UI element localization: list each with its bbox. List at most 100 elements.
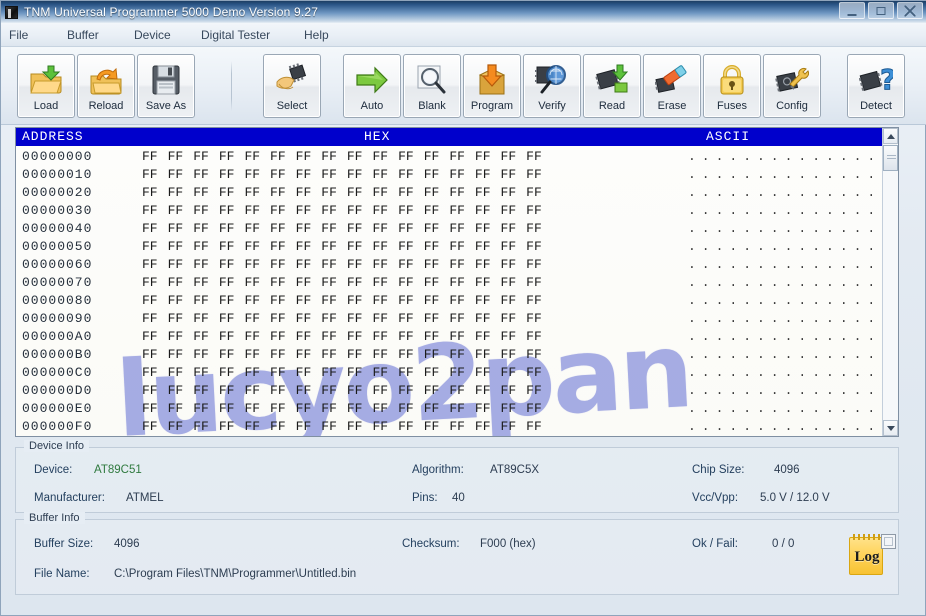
hex-row[interactable]: 00000030 FF FF FF FF FF FF FF FF FF FF FF FF FF FF FF FF… — [16, 202, 898, 220]
device-value: AT89C51 — [94, 464, 142, 476]
hex-row-ascii: ................ — [688, 329, 898, 344]
chip-question-mark-icon: ? — [858, 63, 897, 97]
toolbar-button-label: Load — [33, 100, 59, 112]
scrollbar-thumb[interactable] — [883, 145, 898, 171]
scroll-down-button[interactable] — [883, 420, 898, 436]
toolbar-button-config[interactable]: Config — [763, 54, 821, 118]
toolbar-button-verify[interactable]: Verify — [523, 54, 581, 118]
hex-row[interactable]: 00000070 FF FF FF FF FF FF FF FF FF FF FF FF FF FF FF FF… — [16, 274, 898, 292]
checksum-label: Checksum: — [402, 538, 460, 550]
hex-row-bytes: FF FF FF FF FF FF FF FF FF FF FF FF FF FF FF FF — [142, 167, 542, 182]
hex-row[interactable]: 00000080 FF FF FF FF FF FF FF FF FF FF FF FF FF FF FF FF… — [16, 292, 898, 310]
toolbar-button-read[interactable]: Read — [583, 54, 641, 118]
toolbar-button-label: Reload — [88, 100, 124, 112]
hex-row-bytes: FF FF FF FF FF FF FF FF FF FF FF FF FF FF FF FF — [142, 401, 542, 416]
hex-row-ascii: ................ — [688, 293, 898, 308]
pins-value: 40 — [452, 492, 465, 504]
hex-editor-view: ADDRESS HEX ASCII lucyo2pan 00000000 FF FF… — [15, 127, 899, 437]
checksum-value: F000 (hex) — [480, 538, 536, 550]
toolbar-button-save-as[interactable]: Save As — [137, 54, 195, 118]
maximize-button[interactable] — [868, 2, 894, 19]
hex-row[interactable]: 00000000 FF FF FF FF FF FF FF FF FF FF FF FF FF FF FF FF… — [16, 148, 898, 166]
manufacturer-value: ATMEL — [126, 492, 164, 504]
hex-row-ascii: ................ — [688, 275, 898, 290]
menu-bar: File Buffer Device Digital Tester Help — [1, 23, 926, 47]
hex-row[interactable]: 000000A0 FF FF FF FF FF FF FF FF FF FF FF FF FF FF FF FF… — [16, 328, 898, 346]
hex-rows-container[interactable]: lucyo2pan 00000000 FF FF FF FF FF FF FF FF FF FF FF… — [16, 146, 898, 436]
title-bar: TNM Universal Programmer 5000 Demo Versi… — [1, 1, 926, 23]
padlock-icon — [715, 63, 749, 97]
toolbar-button-reload[interactable]: Reload — [77, 54, 135, 118]
minimize-icon — [847, 13, 857, 16]
hex-row-ascii: ................ — [688, 239, 898, 254]
toolbar-button-label: Erase — [657, 100, 687, 112]
hex-row[interactable]: 000000B0 FF FF FF FF FF FF FF FF FF FF FF FF FF FF FF FF… — [16, 346, 898, 364]
magnifier-blank-check-icon — [415, 63, 449, 97]
hex-row-address: 00000030 — [22, 203, 93, 218]
minimize-button[interactable] — [839, 2, 865, 19]
chip-green-arrow-read-icon — [595, 63, 629, 97]
hex-row[interactable]: 000000C0 FF FF FF FF FF FF FF FF FF FF FF FF FF FF FF FF… — [16, 364, 898, 382]
hex-row-ascii: ................ — [688, 221, 898, 236]
toolbar-button-blank[interactable]: Blank — [403, 54, 461, 118]
buffer-size-label: Buffer Size: — [34, 538, 94, 550]
toolbar-button-label: Program — [470, 100, 514, 112]
hex-row-bytes: FF FF FF FF FF FF FF FF FF FF FF FF FF FF FF FF — [142, 221, 542, 236]
hex-row[interactable]: 000000E0 FF FF FF FF FF FF FF FF FF FF FF FF FF FF FF FF… — [16, 400, 898, 418]
hex-row-address: 00000040 — [22, 221, 93, 236]
hex-row-address: 00000010 — [22, 167, 93, 182]
toolbar-button-erase[interactable]: Erase — [643, 54, 701, 118]
scroll-down-arrow-icon — [886, 425, 895, 431]
window-title: TNM Universal Programmer 5000 Demo Versi… — [24, 5, 319, 19]
toolbar-button-detect[interactable]: ? Detect — [847, 54, 905, 118]
blue-magnifier-verify-icon — [535, 63, 569, 97]
hex-row[interactable]: 000000D0 FF FF FF FF FF FF FF FF FF FF FF FF FF FF FF FF… — [16, 382, 898, 400]
hex-row-bytes: FF FF FF FF FF FF FF FF FF FF FF FF FF FF FF FF — [142, 347, 542, 362]
device-info-title: Device Info — [24, 440, 90, 452]
hex-row-ascii: ................ — [688, 167, 898, 182]
menu-item-device[interactable]: Device — [134, 25, 171, 45]
toolbar-button-load[interactable]: Load — [17, 54, 75, 118]
toolbar-button-select[interactable]: Select — [263, 54, 321, 118]
toolbar-button-label: Read — [598, 100, 626, 112]
hex-row-address: 00000080 — [22, 293, 93, 308]
hex-row[interactable]: 00000040 FF FF FF FF FF FF FF FF FF FF FF FF FF FF FF FF… — [16, 220, 898, 238]
hex-row-ascii: ................ — [688, 185, 898, 200]
toolbar-button-label: Detect — [860, 100, 892, 112]
hex-row-bytes: FF FF FF FF FF FF FF FF FF FF FF FF FF FF FF FF — [142, 239, 542, 254]
toolbar-button-fuses[interactable]: Fuses — [703, 54, 761, 118]
close-button[interactable] — [897, 2, 923, 19]
toolbar: Load Reload Save As Select Auto Blank Program V… — [1, 47, 926, 125]
algorithm-label: Algorithm: — [412, 464, 464, 476]
window-controls — [839, 2, 923, 19]
file-name-label: File Name: — [34, 568, 90, 580]
toolbar-button-auto[interactable]: Auto — [343, 54, 401, 118]
hex-row[interactable]: 00000060 FF FF FF FF FF FF FF FF FF FF FF FF FF FF FF FF… — [16, 256, 898, 274]
hex-row-ascii: ................ — [688, 203, 898, 218]
menu-item-help[interactable]: Help — [304, 25, 329, 45]
menu-item-digital-tester[interactable]: Digital Tester — [201, 25, 270, 45]
floppy-disk-icon — [149, 63, 183, 97]
maximize-icon — [876, 6, 886, 15]
green-right-arrow-icon — [355, 63, 389, 97]
hex-row[interactable]: 00000020 FF FF FF FF FF FF FF FF FF FF FF FF FF FF FF FF… — [16, 184, 898, 202]
hex-row-address: 00000050 — [22, 239, 93, 254]
menu-item-buffer[interactable]: Buffer — [67, 25, 99, 45]
log-window-frame-icon[interactable] — [881, 534, 896, 549]
scroll-up-button[interactable] — [883, 128, 898, 144]
menu-item-file[interactable]: File — [9, 25, 28, 45]
hex-row[interactable]: 00000090 FF FF FF FF FF FF FF FF FF FF FF FF FF FF FF FF… — [16, 310, 898, 328]
chip-size-label: Chip Size: — [692, 464, 745, 476]
hex-row-bytes: FF FF FF FF FF FF FF FF FF FF FF FF FF FF FF FF — [142, 185, 542, 200]
column-header-hex: HEX — [364, 129, 391, 144]
hex-vertical-scrollbar[interactable] — [882, 128, 898, 436]
hex-row-address: 00000070 — [22, 275, 93, 290]
hex-row-ascii: ................ — [688, 401, 898, 416]
hex-row[interactable]: 00000010 FF FF FF FF FF FF FF FF FF FF FF FF FF FF FF FF… — [16, 166, 898, 184]
hex-row[interactable]: 00000050 FF FF FF FF FF FF FF FF FF FF FF FF FF FF FF FF… — [16, 238, 898, 256]
app-icon — [5, 5, 18, 19]
hex-row-bytes: FF FF FF FF FF FF FF FF FF FF FF FF FF FF FF FF — [142, 275, 542, 290]
reload-orange-arrow-icon — [89, 63, 123, 97]
toolbar-button-program[interactable]: Program — [463, 54, 521, 118]
hex-row[interactable]: 000000F0 FF FF FF FF FF FF FF FF FF FF FF FF FF FF FF FF… — [16, 418, 898, 436]
